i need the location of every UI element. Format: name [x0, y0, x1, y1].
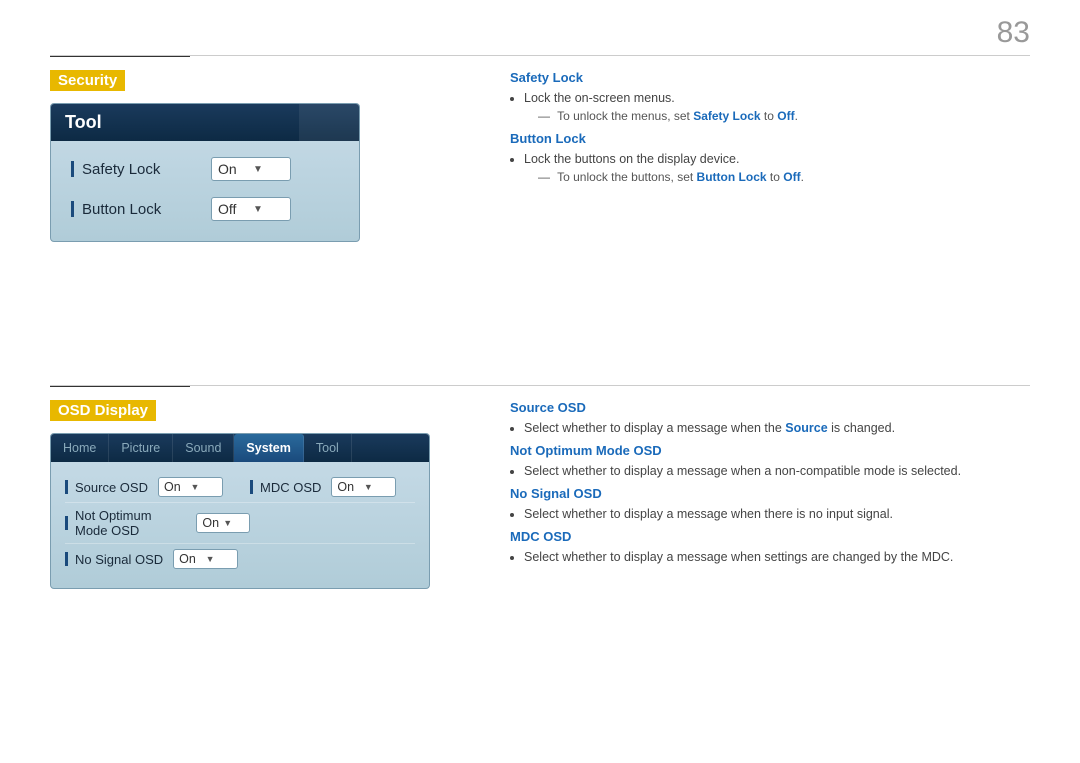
- button-lock-label: Button Lock: [71, 201, 211, 218]
- no-signal-label: No Signal OSD: [65, 552, 163, 567]
- osd-nav: Home Picture Sound System Tool: [51, 434, 429, 462]
- button-lock-sub: To unlock the buttons, set Button Lock t…: [538, 170, 1030, 184]
- osd-widget: Home Picture Sound System Tool Source OS…: [50, 433, 430, 589]
- button-lock-sub-link: Button Lock: [697, 170, 767, 184]
- no-signal-desc-title: No Signal OSD: [510, 486, 1030, 501]
- osd-nav-system[interactable]: System: [234, 434, 303, 462]
- source-osd-arrow: ▼: [190, 482, 217, 492]
- not-optimum-left: Not Optimum Mode OSD On ▼: [65, 508, 250, 538]
- tool-widget-header: Tool: [51, 104, 359, 141]
- osd-nav-tool[interactable]: Tool: [304, 434, 352, 462]
- no-signal-left: No Signal OSD On ▼: [65, 549, 250, 569]
- safety-lock-bullet-text: Lock the on-screen menus.: [524, 91, 675, 105]
- no-signal-row: No Signal OSD On ▼: [65, 544, 415, 574]
- security-description: Safety Lock Lock the on-screen menus. To…: [510, 70, 1030, 192]
- no-signal-desc-bullet: Select whether to display a message when…: [524, 507, 1030, 521]
- button-lock-select[interactable]: Off ▼: [211, 197, 291, 221]
- source-osd-desc-title: Source OSD: [510, 400, 1030, 415]
- safety-lock-value: On: [218, 161, 249, 177]
- source-osd-desc-bullet: Select whether to display a message when…: [524, 421, 1030, 435]
- mdc-osd-select[interactable]: On ▼: [331, 477, 396, 497]
- not-optimum-label: Not Optimum Mode OSD: [65, 508, 186, 538]
- source-osd-left: Source OSD On ▼: [65, 477, 250, 497]
- safety-lock-label: Safety Lock: [71, 161, 211, 178]
- not-optimum-value: On: [202, 516, 223, 530]
- source-osd-select[interactable]: On ▼: [158, 477, 223, 497]
- mdc-osd-bullet-text: Select whether to display a message when…: [524, 550, 953, 564]
- safety-lock-row: Safety Lock On ▼: [71, 157, 339, 181]
- no-signal-bullet-text: Select whether to display a message when…: [524, 507, 893, 521]
- osd-nav-picture[interactable]: Picture: [109, 434, 173, 462]
- safety-lock-select[interactable]: On ▼: [211, 157, 291, 181]
- osd-widget-body: Source OSD On ▼ MDC OSD On ▼: [51, 462, 429, 588]
- no-signal-arrow: ▼: [206, 554, 233, 564]
- mdc-osd-desc-bullet: Select whether to display a message when…: [524, 550, 1030, 564]
- mdc-osd-label: MDC OSD: [250, 480, 321, 495]
- tool-header-label: Tool: [65, 112, 102, 132]
- safety-lock-desc-title: Safety Lock: [510, 70, 1030, 85]
- not-optimum-select[interactable]: On ▼: [196, 513, 250, 533]
- button-lock-arrow: ▼: [253, 204, 284, 215]
- not-optimum-arrow: ▼: [223, 518, 244, 528]
- source-osd-value: On: [164, 480, 191, 494]
- security-tool-widget: Tool Safety Lock On ▼ Button Lock Off ▼: [50, 103, 360, 242]
- button-lock-desc-title: Button Lock: [510, 131, 1030, 146]
- not-optimum-desc-title: Not Optimum Mode OSD: [510, 443, 1030, 458]
- not-optimum-row: Not Optimum Mode OSD On ▼: [65, 503, 415, 544]
- security-title: Security: [50, 70, 125, 91]
- no-signal-select[interactable]: On ▼: [173, 549, 238, 569]
- middle-divider-line: [50, 385, 1030, 386]
- not-optimum-desc-bullet: Select whether to display a message when…: [524, 464, 1030, 478]
- safety-lock-sub-suffix: to: [761, 109, 778, 123]
- mdc-osd-desc-title: MDC OSD: [510, 529, 1030, 544]
- safety-lock-arrow: ▼: [253, 164, 284, 175]
- osd-description: Source OSD Select whether to display a m…: [510, 400, 1030, 568]
- osd-display-section: OSD Display Home Picture Sound System To…: [50, 400, 470, 589]
- source-osd-bullet-suffix: is changed.: [828, 421, 895, 435]
- source-osd-row: Source OSD On ▼ MDC OSD On ▼: [65, 472, 415, 503]
- security-section: Security Tool Safety Lock On ▼ Button Lo…: [50, 70, 470, 242]
- safety-lock-sub-link: Safety Lock: [693, 109, 760, 123]
- no-signal-value: On: [179, 552, 206, 566]
- button-lock-bullet-text: Lock the buttons on the display device.: [524, 152, 739, 166]
- top-divider-line: [50, 55, 1030, 56]
- button-lock-row: Button Lock Off ▼: [71, 197, 339, 221]
- button-lock-off-link: Off: [783, 170, 800, 184]
- safety-lock-bullet: Lock the on-screen menus.: [524, 91, 1030, 105]
- page-number: 83: [997, 16, 1030, 50]
- source-osd-bullet-prefix: Select whether to display a message when…: [524, 421, 785, 435]
- safety-lock-off-link: Off: [777, 109, 794, 123]
- button-lock-sub-suffix: to: [767, 170, 784, 184]
- osd-nav-home[interactable]: Home: [51, 434, 109, 462]
- button-lock-bullet: Lock the buttons on the display device.: [524, 152, 1030, 166]
- button-lock-sub-prefix: To unlock the buttons, set: [557, 170, 696, 184]
- safety-lock-sub: To unlock the menus, set Safety Lock to …: [538, 109, 1030, 123]
- source-osd-bullet-link: Source: [785, 421, 827, 435]
- safety-lock-sub-prefix: To unlock the menus, set: [557, 109, 693, 123]
- tool-widget-body: Safety Lock On ▼ Button Lock Off ▼: [51, 141, 359, 241]
- source-osd-right: MDC OSD On ▼: [250, 477, 415, 497]
- button-lock-value: Off: [218, 201, 249, 217]
- osd-nav-sound[interactable]: Sound: [173, 434, 234, 462]
- osd-display-title: OSD Display: [50, 400, 156, 421]
- mdc-osd-arrow: ▼: [364, 482, 391, 492]
- source-osd-label: Source OSD: [65, 480, 148, 495]
- not-optimum-bullet-text: Select whether to display a message when…: [524, 464, 961, 478]
- mdc-osd-value: On: [337, 480, 364, 494]
